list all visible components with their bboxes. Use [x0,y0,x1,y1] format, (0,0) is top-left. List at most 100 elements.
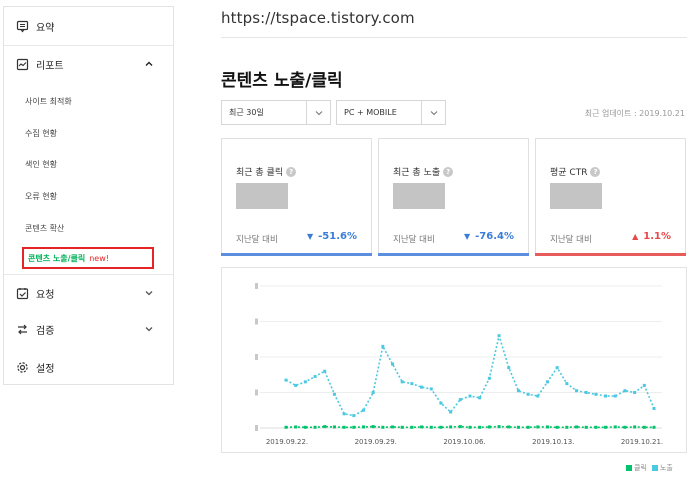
data-point [555,366,559,370]
nav-settings-label: 설정 [36,363,55,375]
nav-report-label: 리포트 [36,60,64,72]
change-percent: 1.1% [643,231,671,242]
line-chart: 2019.09.22. 2019.09.29. 2019.10.06. 2019.10… [255,283,663,446]
data-point [507,366,511,370]
data-point [594,392,598,396]
data-point [565,382,569,386]
data-point [516,389,520,393]
data-point [284,378,288,382]
data-point [584,425,588,429]
stat-card-title-row: 평균 CTR ? [550,165,601,178]
data-point [284,425,288,429]
data-point [575,425,579,429]
report-item-error-status[interactable]: 오류 현황 [25,191,57,202]
data-point [439,425,443,429]
y-tick-mark [255,354,258,360]
data-point [458,398,462,402]
report-item-content-spread[interactable]: 콘텐츠 확산 [25,223,64,234]
x-tick-label: 2019.09.22. [266,438,308,446]
legend-swatch [651,465,658,471]
data-point [565,425,569,429]
help-icon[interactable]: ? [443,166,454,177]
x-tick-label: 2019.10.06. [443,438,485,446]
data-point [361,425,365,429]
triangle-down-icon: ▼ [307,232,314,241]
legend-item-impression[interactable]: 노출 [651,463,673,473]
chevron-down-icon [306,101,330,124]
x-tick-label: 2019.09.29. [355,438,397,446]
chevron-down-icon[interactable] [142,286,156,300]
change-value: ▼ -76.4% [464,231,514,242]
report-item-collection-status[interactable]: 수집 현황 [25,128,57,139]
gear-icon [15,360,29,374]
compare-label: 지난달 대비 [236,235,278,245]
series-line [285,334,655,417]
header-divider [221,37,687,38]
help-icon[interactable]: ? [590,166,601,177]
nav-summary-label: 요약 [36,22,55,34]
chevron-down-icon[interactable] [142,322,156,336]
data-point [642,425,646,429]
stat-card-title: 평균 CTR [550,168,588,178]
data-point [361,408,365,412]
nav-settings[interactable]: 설정 [4,349,173,385]
data-point [545,425,549,429]
site-url: https://tspace.tistory.com [221,9,415,27]
help-icon[interactable]: ? [286,166,297,177]
data-point [497,334,501,338]
data-point [526,392,530,396]
data-point [575,389,579,393]
report-chart-icon [15,57,29,71]
data-point [332,425,336,429]
chart-panel: 2019.09.22. 2019.09.29. 2019.10.06. 2019.10… [221,267,687,453]
data-point [332,392,336,396]
x-tick-label: 2019.10.13. [532,438,574,446]
data-point [623,389,627,393]
data-point [313,375,317,379]
compare-label: 지난달 대비 [550,235,592,245]
stat-card-title-row: 최근 총 노출 ? [393,165,454,178]
stat-value-placeholder [393,183,445,209]
stat-card-impressions: 최근 총 노출 ? 지난달 대비 ▼ -76.4% [378,138,529,256]
stat-card-title: 최근 총 클릭 [236,168,284,178]
data-point [487,425,491,429]
sidebar: 요약 리포트 사이트 최적화 수집 현황 색인 현황 오류 현황 콘텐츠 확산 … [3,6,174,385]
stat-value-placeholder [236,183,288,209]
y-tick-mark [255,283,258,289]
data-point [449,410,453,414]
report-item-index-status[interactable]: 색인 현황 [25,159,57,170]
change-percent: -51.6% [318,231,357,242]
data-point [536,394,540,398]
report-item-content-exposure-click[interactable]: 콘텐츠 노출/클릭 new! [22,247,154,269]
report-item-site-optimization[interactable]: 사이트 최적화 [25,96,72,107]
swap-arrows-icon [15,322,29,336]
device-select-value: PC + MOBILE [344,108,397,117]
change-value: ▼ -51.6% [307,231,357,242]
nav-verify[interactable]: 검증 [4,311,173,347]
device-select[interactable]: PC + MOBILE [336,100,446,125]
data-point [613,425,617,429]
data-point [633,391,637,394]
stat-card-title: 최근 총 노출 [393,168,441,178]
nav-summary[interactable]: 요약 [4,7,173,45]
card-accent-bar [378,253,529,256]
triangle-up-icon: ▲ [632,232,639,241]
stat-value-placeholder [550,183,602,209]
chat-icon [15,19,29,33]
new-badge: new! [89,253,109,263]
data-point [478,396,482,400]
data-point [381,344,385,348]
stat-card-ctr: 평균 CTR ? 지난달 대비 ▲ 1.1% [535,138,686,256]
period-select[interactable]: 최근 30일 [221,100,331,125]
compare-label: 지난달 대비 [393,235,435,245]
data-point [420,385,424,389]
nav-request[interactable]: 요청 [4,275,173,311]
data-point [536,425,540,429]
nav-report[interactable]: 리포트 [4,46,173,82]
page-title: 콘텐츠 노출/클릭 [221,71,343,91]
data-point [652,425,656,429]
data-point [478,425,482,429]
data-point [410,425,414,429]
legend-item-click[interactable]: 클릭 [626,463,647,473]
chevron-up-icon[interactable] [142,57,156,71]
